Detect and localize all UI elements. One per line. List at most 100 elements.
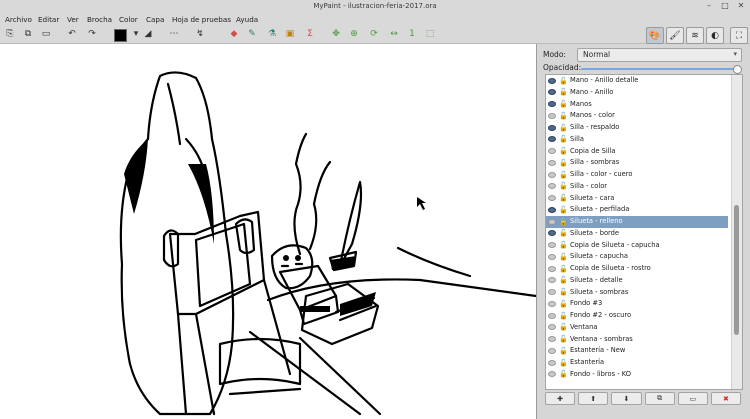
layer-row[interactable]: 🔓 Fondo #2 - oscuro bbox=[546, 310, 728, 322]
opacity-slider[interactable] bbox=[581, 65, 742, 74]
visibility-eye-icon[interactable] bbox=[548, 265, 556, 272]
layer-row[interactable]: 🔓 Mano - Anillo bbox=[546, 87, 728, 99]
color-swatch[interactable] bbox=[114, 29, 127, 42]
num-icon[interactable]: 1 bbox=[406, 28, 418, 40]
fullscreen-icon[interactable]: ⛶ bbox=[730, 27, 748, 44]
visibility-eye-icon[interactable] bbox=[548, 336, 556, 342]
close-icon[interactable]: ✕ bbox=[736, 1, 746, 11]
menu-ayuda[interactable]: Ayuda bbox=[236, 15, 258, 24]
layer-row[interactable]: 🔓 Silueta - capucha bbox=[546, 251, 728, 263]
pen-icon[interactable]: ↯ bbox=[194, 28, 206, 40]
layer-row[interactable]: 🔓 Silla - sombras bbox=[546, 157, 728, 169]
lock-icon[interactable]: 🔓 bbox=[559, 359, 568, 367]
lock-icon[interactable]: 🔓 bbox=[559, 77, 568, 85]
layer-row[interactable]: 🔓 Silla - respaldo bbox=[546, 122, 728, 134]
visibility-eye-icon[interactable] bbox=[548, 371, 556, 378]
menu-archivo[interactable]: Archivo bbox=[5, 15, 32, 24]
visibility-eye-icon[interactable] bbox=[548, 300, 556, 307]
layer-row[interactable]: 🔓 Silueta - perfilada bbox=[546, 204, 728, 216]
visibility-eye-icon[interactable] bbox=[548, 230, 556, 237]
lock-icon[interactable]: 🔓 bbox=[559, 229, 568, 237]
lock-icon[interactable]: 🔓 bbox=[559, 265, 568, 273]
scratchpad-panel-icon[interactable]: ◐ bbox=[706, 27, 724, 44]
lock-icon[interactable]: 🔓 bbox=[559, 347, 568, 355]
menu-editar[interactable]: Editar bbox=[38, 15, 59, 24]
lock-icon[interactable]: 🔓 bbox=[559, 112, 568, 120]
layer-row[interactable]: 🔓 Silueta - cara bbox=[546, 193, 728, 205]
layer-row[interactable]: 🔓 Ventana bbox=[546, 322, 728, 334]
layer-row[interactable]: 🔓 Silueta - sombras bbox=[546, 287, 728, 299]
bucket-icon[interactable]: ⚗ bbox=[266, 28, 278, 40]
visibility-eye-icon[interactable] bbox=[548, 171, 556, 178]
symmetry-icon[interactable]: ⋯ bbox=[168, 28, 180, 40]
visibility-eye-icon[interactable] bbox=[548, 324, 556, 331]
layer-row[interactable]: 🔓 Silla - color - cuero bbox=[546, 169, 728, 181]
visibility-eye-icon[interactable] bbox=[548, 347, 556, 354]
zoom-icon[interactable]: ⊕ bbox=[348, 28, 360, 40]
menu-color[interactable]: Color bbox=[119, 15, 138, 24]
lock-icon[interactable]: 🔓 bbox=[559, 135, 568, 143]
lock-icon[interactable]: 🔓 bbox=[559, 88, 568, 96]
pan-icon[interactable]: ✥ bbox=[330, 28, 342, 40]
mode-select[interactable]: Normal ▾ bbox=[577, 48, 742, 62]
flip-icon[interactable]: ↔ bbox=[388, 28, 400, 40]
adjust-icon[interactable]: Ʃ bbox=[304, 28, 316, 40]
opacity-slider-knob[interactable] bbox=[733, 65, 742, 74]
lock-icon[interactable]: 🔓 bbox=[559, 312, 568, 320]
layer-row[interactable]: 🔓 Copia de Silla bbox=[546, 146, 728, 158]
delete-layer-button[interactable]: ✖ bbox=[710, 392, 742, 405]
redo-icon[interactable]: ↷ bbox=[86, 28, 98, 40]
layer-row[interactable]: 🔓 Copia de Silueta - capucha bbox=[546, 240, 728, 252]
lock-icon[interactable]: 🔓 bbox=[559, 124, 568, 132]
lock-icon[interactable]: 🔓 bbox=[559, 182, 568, 190]
brush-panel-icon[interactable]: 🖌 bbox=[666, 27, 684, 44]
visibility-eye-icon[interactable] bbox=[548, 136, 556, 143]
duplicate-layer-button[interactable]: ⧉ bbox=[644, 392, 675, 405]
eraser-icon[interactable]: ◆ bbox=[228, 28, 240, 40]
picker-icon[interactable]: ✎ bbox=[246, 28, 258, 40]
color-dropdown-icon[interactable]: ▾ bbox=[130, 28, 142, 40]
lock-icon[interactable]: 🔓 bbox=[559, 300, 568, 308]
lock-icon[interactable]: 🔓 bbox=[559, 276, 568, 284]
layer-row[interactable]: 🔓 Silueta - detalle bbox=[546, 275, 728, 287]
layer-row[interactable]: 🔓 Fondo #3 bbox=[546, 298, 728, 310]
visibility-eye-icon[interactable] bbox=[548, 359, 556, 366]
scrollbar-thumb[interactable] bbox=[734, 205, 739, 335]
visibility-eye-icon[interactable] bbox=[548, 159, 556, 166]
layer-row[interactable]: 🔓 Silla bbox=[546, 134, 728, 146]
lock-icon[interactable]: 🔓 bbox=[559, 253, 568, 261]
frame-icon[interactable]: ⬚ bbox=[424, 28, 436, 40]
visibility-eye-icon[interactable] bbox=[548, 112, 556, 119]
visibility-eye-icon[interactable] bbox=[548, 242, 556, 248]
visibility-eye-icon[interactable] bbox=[548, 124, 556, 131]
lock-icon[interactable]: 🔓 bbox=[559, 323, 568, 331]
visibility-eye-icon[interactable] bbox=[548, 312, 556, 319]
menu-hoja-de-pruebas[interactable]: Hoja de pruebas bbox=[172, 15, 231, 24]
visibility-eye-icon[interactable] bbox=[548, 218, 556, 225]
lock-icon[interactable]: 🔓 bbox=[559, 100, 568, 108]
layer-row[interactable]: 🔓 Fondo - libros - KO bbox=[546, 369, 728, 381]
rotate-icon[interactable]: ⟳ bbox=[368, 28, 380, 40]
visibility-eye-icon[interactable] bbox=[548, 253, 556, 260]
new-icon[interactable]: ⎘ bbox=[4, 28, 16, 40]
layer-row[interactable]: 🔓 Silla - color bbox=[546, 181, 728, 193]
lock-icon[interactable]: 🔓 bbox=[559, 159, 568, 167]
move-layer-up-button[interactable]: ⬆ bbox=[578, 392, 609, 405]
layer-list-scrollbar[interactable] bbox=[731, 75, 742, 389]
layer-row[interactable]: 🔓 Estantería - New bbox=[546, 345, 728, 357]
layer-row[interactable]: 🔓 Manos - color bbox=[546, 110, 728, 122]
layer-row[interactable]: 🔓 Ventana - sombras bbox=[546, 334, 728, 346]
visibility-eye-icon[interactable] bbox=[548, 289, 556, 295]
layer-row[interactable]: 🔓 Mano - Anillo detalle bbox=[546, 75, 728, 87]
lock-icon[interactable]: 🔓 bbox=[559, 370, 568, 378]
lock-icon[interactable]: 🔓 bbox=[559, 241, 568, 249]
visibility-eye-icon[interactable] bbox=[548, 89, 556, 96]
lock-icon[interactable]: 🔓 bbox=[559, 288, 568, 296]
lock-icon[interactable]: 🔓 bbox=[559, 218, 568, 226]
visibility-eye-icon[interactable] bbox=[548, 148, 556, 154]
layer-row[interactable]: 🔓 Silueta - relleno bbox=[546, 216, 728, 228]
add-layer-button[interactable]: ✚ bbox=[545, 392, 576, 405]
visibility-eye-icon[interactable] bbox=[548, 206, 556, 213]
visibility-eye-icon[interactable] bbox=[548, 195, 556, 201]
layer-row[interactable]: 🔓 Copia de Silueta - rostro bbox=[546, 263, 728, 275]
